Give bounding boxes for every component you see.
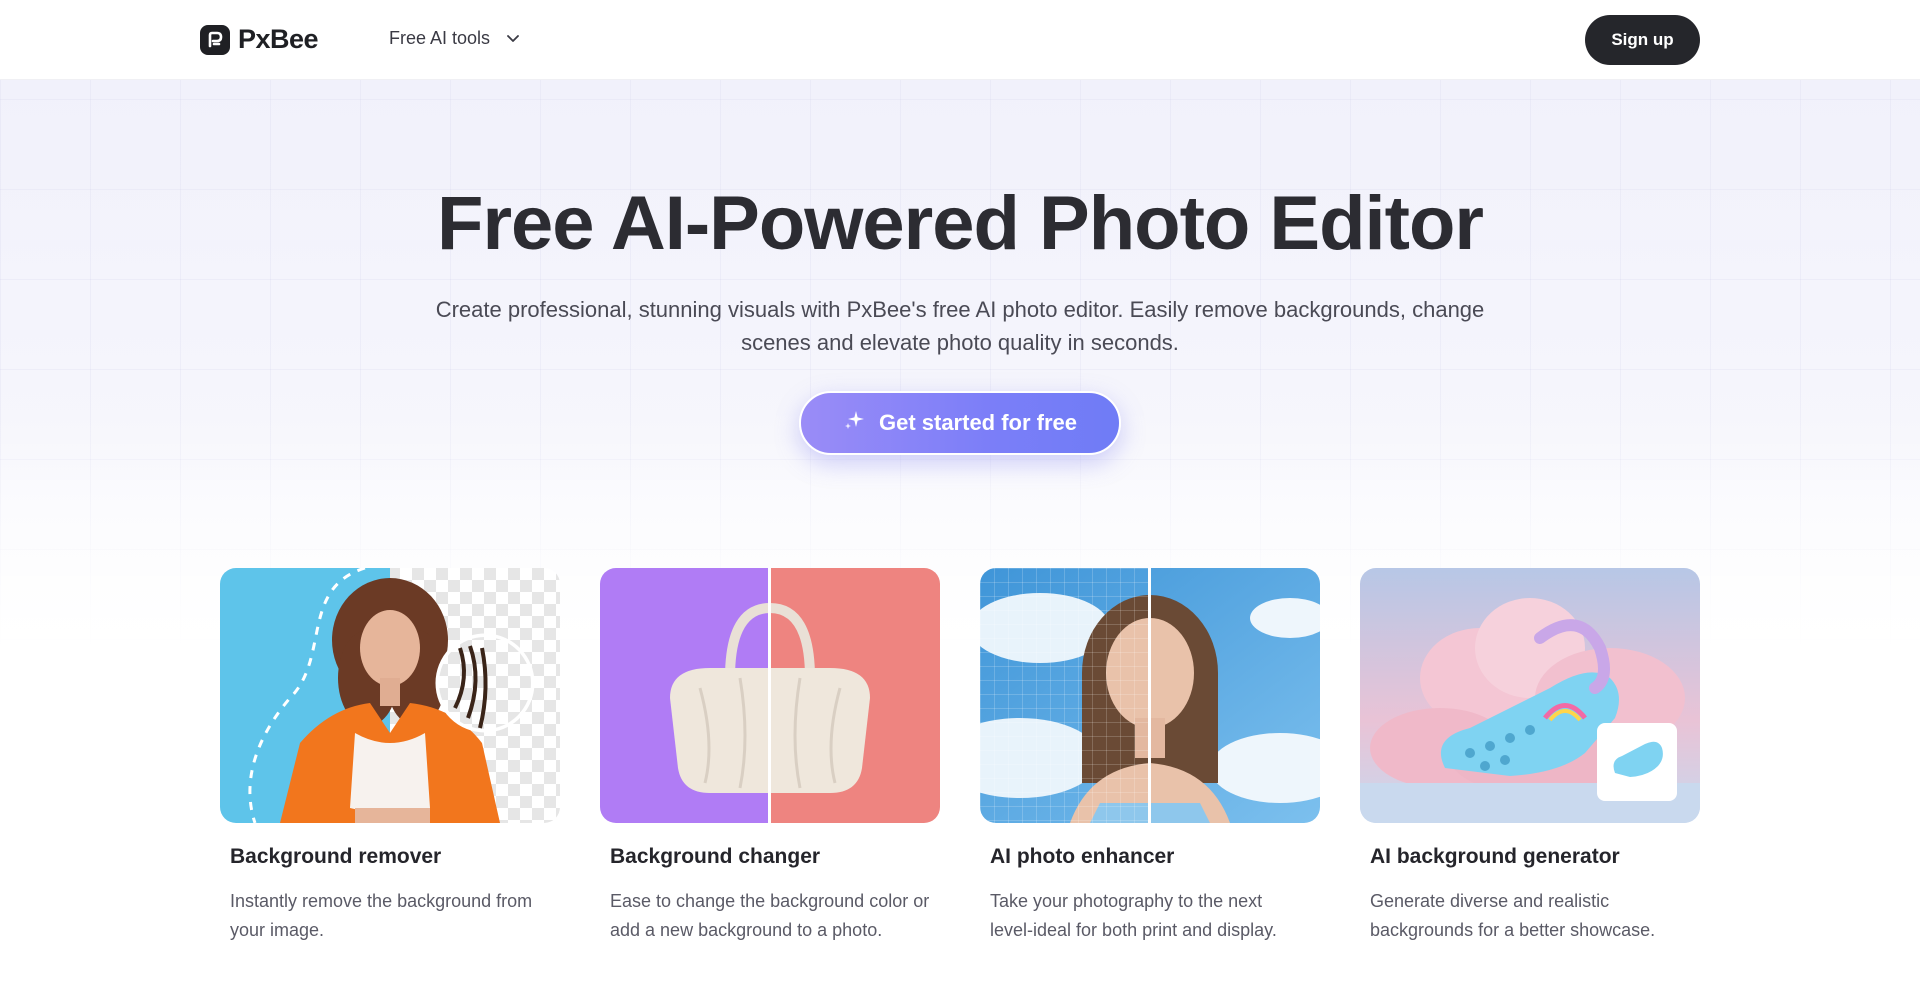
- sparkle-icon: [843, 409, 865, 437]
- get-started-label: Get started for free: [878, 410, 1078, 435]
- chevron-down-icon: [506, 28, 520, 49]
- get-started-button[interactable]: Get started for free: [799, 391, 1121, 455]
- hero-subtitle-line-1: Create professional, stunning visuals wi…: [435, 297, 1485, 322]
- card-description: Instantly remove the background from you…: [230, 891, 533, 940]
- background-remover-image: [220, 568, 560, 823]
- brand-logo[interactable]: PxBee: [200, 24, 319, 55]
- card-title: Background changer: [610, 845, 821, 868]
- hero-section: Free AI-Powered Photo Editor Create prof…: [0, 80, 1920, 1000]
- tool-card-background-remover[interactable]: Background remover Instantly remove the …: [220, 568, 560, 945]
- free-ai-tools-label: Free AI tools: [389, 28, 491, 48]
- signup-button[interactable]: Sign up: [1585, 15, 1700, 65]
- card-title: AI photo enhancer: [990, 845, 1175, 868]
- card-title: Background remover: [230, 845, 442, 868]
- card-description: Ease to change the background color or a…: [610, 891, 930, 940]
- card-description: Generate diverse and realistic backgroun…: [1370, 891, 1656, 940]
- page-title: Free AI-Powered Photo Editor: [437, 181, 1484, 266]
- card-description: Take your photography to the next level-…: [990, 891, 1277, 940]
- background-changer-image: [600, 568, 940, 823]
- free-ai-tools-dropdown[interactable]: Free AI tools: [389, 28, 520, 49]
- tool-card-background-changer[interactable]: Background changer Ease to change the ba…: [600, 568, 940, 945]
- top-header: PxBee Free AI tools Sign up: [0, 0, 1920, 80]
- ai-photo-enhancer-image: [980, 568, 1320, 823]
- hero-subtitle-line-2: scenes and elevate photo quality in seco…: [741, 330, 1179, 355]
- brand-name: PxBee: [238, 24, 319, 54]
- tool-card-ai-background-generator[interactable]: AI background generator Generate diverse…: [1360, 568, 1700, 945]
- card-title: AI background generator: [1370, 845, 1620, 868]
- hero-subtitle: Create professional, stunning visuals wi…: [400, 293, 1520, 359]
- ai-background-generator-image: [1360, 568, 1700, 823]
- logo-icon: [200, 24, 230, 55]
- tool-card-ai-photo-enhancer[interactable]: AI photo enhancer Take your photography …: [980, 568, 1320, 945]
